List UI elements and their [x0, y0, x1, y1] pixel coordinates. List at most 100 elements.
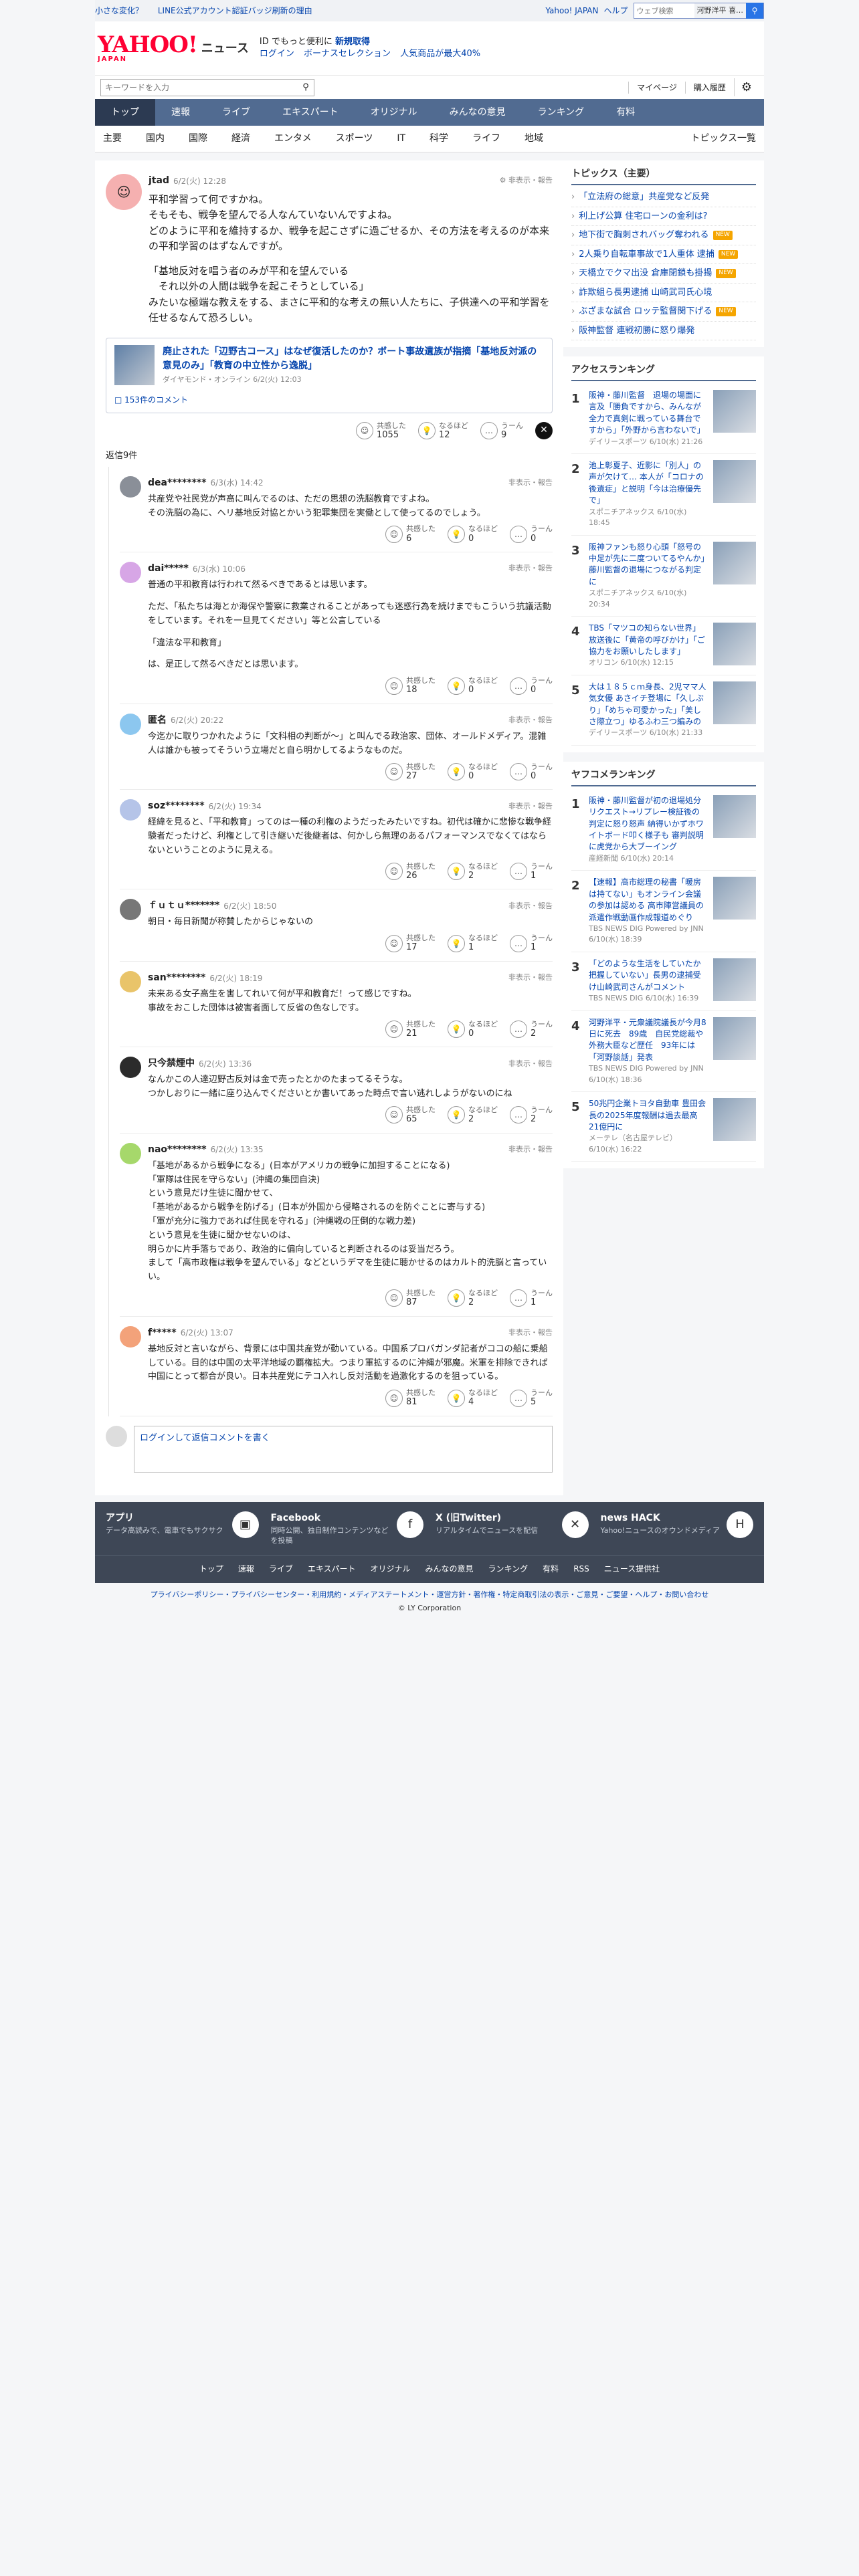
cnav-economy[interactable]: 経済 [231, 132, 250, 146]
cnav-world[interactable]: 国際 [189, 132, 207, 146]
footer-link[interactable]: 有料 [543, 1563, 559, 1575]
topic-item[interactable]: 阪神監督 連戦初勝に怒り爆発 [571, 322, 756, 340]
report-link[interactable]: 非表示・報告 [508, 1144, 553, 1156]
reply-user[interactable]: dea******** [148, 476, 207, 490]
footer-link[interactable]: みんなの意見 [425, 1563, 474, 1575]
article-title[interactable]: 廃止された「辺野古コース」はなぜ復活したのか？ボート事故遺族が指摘「基地反対派の… [163, 345, 544, 373]
topic-title[interactable]: ぶざまな試合 ロッテ監督関下げる [579, 305, 712, 318]
topic-title[interactable]: 利上げ公算 住宅ローンの金利は? [579, 210, 707, 223]
empathy-button[interactable]: ☺ 共感した 26 [385, 862, 436, 881]
article-card[interactable]: 廃止された「辺野古コース」はなぜ復活したのか？ボート事故遺族が指摘「基地反対派の… [106, 338, 553, 413]
footer-app[interactable]: news HACK Yahoo!ニュースのオウンドメディア H [601, 1511, 753, 1546]
insight-button[interactable]: 💡 なるほど 0 [448, 762, 498, 782]
gnav-expert[interactable]: エキスパート [266, 99, 355, 126]
ranking-item[interactable]: 3 「どのような生活をしていたか把握していない」長男の逮捕受け山崎武司さんがコメン… [571, 952, 756, 1011]
footer-link[interactable]: オリジナル [371, 1563, 411, 1575]
ranking-item[interactable]: 5 大は１８５ｃｍ身長、2児ママ人気女優 あさイチ登場に「久しぶり」「めちゃ可愛か… [571, 675, 756, 746]
bonus-link[interactable]: ボーナスセレクション [304, 49, 391, 59]
topic-title[interactable]: 阪神監督 連戦初勝に怒り爆発 [579, 324, 694, 338]
report-link[interactable]: 非表示・報告 [508, 972, 553, 984]
empathy-button[interactable]: ☺ 共感した 65 [385, 1105, 436, 1125]
ranking-item[interactable]: 1 阪神・藤川監督が初の退場処分 リクエスト→リプレー検証後の判定に怒り怒声 納得… [571, 789, 756, 871]
reply-user[interactable]: soz******** [148, 799, 205, 813]
insight-button[interactable]: 💡 なるほど 2 [448, 1105, 498, 1125]
hmm-button[interactable]: … うーん 1 [510, 934, 553, 953]
ranking-title[interactable]: TBS「マツコの知らない世界」放送後に「黄帝の呼びかけ」「ご協力をお願いしたしま… [589, 623, 706, 657]
gnav-original[interactable]: オリジナル [355, 99, 434, 126]
reply-user[interactable]: dai***** [148, 562, 189, 576]
yahoo-japan-link[interactable]: Yahoo! JAPAN [545, 5, 598, 17]
cnav-local[interactable]: 地域 [524, 132, 543, 146]
report-link[interactable]: 非表示・報告 [508, 801, 553, 813]
empathy-button[interactable]: ☺ 共感した 81 [385, 1388, 436, 1408]
promo-link-2[interactable]: LINE公式アカウント認証バッジ刷新の理由 [158, 6, 312, 15]
promo-link-1[interactable]: 小さな変化？ [95, 6, 143, 15]
search-icon[interactable]: ⚲ [298, 81, 314, 94]
empathy-button[interactable]: ☺ 共感した 1055 [356, 421, 406, 441]
hmm-button[interactable]: … うーん 2 [510, 1105, 553, 1125]
footer-link[interactable]: 速報 [238, 1563, 254, 1575]
x-share-icon[interactable]: ✕ [535, 421, 553, 439]
newshack-icon[interactable]: H [727, 1511, 753, 1538]
insight-button[interactable]: 💡 なるほど 2 [448, 1289, 498, 1308]
insight-button[interactable]: 💡 なるほど 0 [448, 676, 498, 695]
facebook-icon[interactable]: f [397, 1511, 423, 1538]
ranking-item[interactable]: 1 阪神・藤川監督 退場の場面に言及「勝負ですから、みんなが全力で真剣に戦っている… [571, 384, 756, 455]
ranking-item[interactable]: 3 阪神ファンも怒り心頭「怒号の中足が先に二度ついてるやんか」藤川監督の退場につな… [571, 536, 756, 617]
topic-title[interactable]: 地下街で胸刺されバッグ奪われる [579, 229, 708, 242]
topic-item[interactable]: 詐欺組ら長男逮捕 山崎武司氏心境 [571, 284, 756, 302]
reply-user[interactable]: 只今禁煙中 [148, 1057, 195, 1071]
x-icon[interactable]: ✕ [561, 1511, 589, 1538]
ranking-item[interactable]: 4 河野洋平・元衆議院議長が今月8日に死去 89歳 自民党総裁や外務大臣など歴任 … [571, 1011, 756, 1093]
gnav-flash[interactable]: 速報 [155, 99, 206, 126]
promo-deal-link[interactable]: 人気商品が最大40% [400, 49, 480, 59]
topic-title[interactable]: 「立法府の総意」共産党など反発 [579, 191, 709, 204]
comment-count-link[interactable]: □ 153件のコメント [114, 394, 544, 406]
gnav-opinion[interactable]: みんなの意見 [434, 99, 522, 126]
reply-user[interactable]: nao******** [148, 1143, 207, 1157]
report-link[interactable]: 非表示・報告 [508, 901, 553, 912]
keyword-input[interactable] [101, 79, 298, 96]
reply-user[interactable]: f***** [148, 1326, 177, 1340]
reply-user[interactable]: san******** [148, 971, 205, 985]
topics-list-link[interactable]: トピックス一覧 [690, 132, 756, 146]
footer-link[interactable]: ライブ [269, 1563, 293, 1575]
cnav-science[interactable]: 科学 [430, 132, 448, 146]
footer-link[interactable]: ランキング [488, 1563, 529, 1575]
insight-button[interactable]: 💡 なるほど 0 [448, 1020, 498, 1039]
empathy-button[interactable]: ☺ 共感した 6 [385, 524, 436, 544]
reply-user[interactable]: 匿名 [148, 714, 167, 728]
footer-link[interactable]: トップ [199, 1563, 223, 1575]
topic-title[interactable]: 詐欺組ら長男逮捕 山崎武司氏心境 [579, 286, 712, 300]
ranking-title[interactable]: 「どのような生活をしていたか把握していない」長男の逮捕受け山崎武司さんがコメント [589, 958, 706, 993]
gnav-ranking[interactable]: ランキング [522, 99, 601, 126]
insight-button[interactable]: 💡 なるほど 12 [418, 421, 468, 441]
web-search-input[interactable] [634, 3, 694, 18]
help-link[interactable]: ヘルプ [603, 5, 628, 17]
gnav-paid[interactable]: 有料 [600, 99, 651, 126]
hmm-button[interactable]: … うーん 5 [510, 1388, 553, 1408]
footer-link[interactable]: エキスパート [308, 1563, 356, 1575]
comment-user[interactable]: jtad [149, 174, 169, 188]
ranking-item[interactable]: 4 TBS「マツコの知らない世界」放送後に「黄帝の呼びかけ」「ご協力をお願いしたし… [571, 617, 756, 675]
ranking-item[interactable]: 5 50兆円企業トヨタ自動車 豊田会長の2025年度報酬は過去最高21億円に メーテ… [571, 1092, 756, 1162]
topic-item[interactable]: 「立法府の総意」共産党など反発 [571, 188, 756, 207]
topic-item[interactable]: ぶざまな試合 ロッテ監督関下げる NEW [571, 302, 756, 322]
topic-title[interactable]: 2人乗り自転車事故で1人重体 逮捕 [579, 248, 714, 261]
report-link[interactable]: ⚙ 非表示・報告 [500, 175, 553, 187]
hmm-button[interactable]: … うーん 2 [510, 1020, 553, 1039]
ranking-title[interactable]: 池上彰夏子、近影に「別人」の声が欠けて… 本人が「コロナの後遺症」と説明「今は治… [589, 460, 706, 507]
ranking-title[interactable]: 阪神・藤川監督が初の退場処分 リクエスト→リプレー検証後の判定に怒り怒声 納得い… [589, 795, 706, 853]
empathy-button[interactable]: ☺ 共感した 18 [385, 676, 436, 695]
footer-link[interactable]: ニュース提供社 [604, 1563, 660, 1575]
gnav-top[interactable]: トップ [95, 99, 155, 126]
ranking-title[interactable]: 【速報】高市総理の秘書「暖房は持てない」もオンライン会議の参加は認める 高市陣営… [589, 877, 706, 924]
report-link[interactable]: 非表示・報告 [508, 563, 553, 574]
service-name[interactable]: ニュース [201, 39, 249, 58]
ranking-title[interactable]: 50兆円企業トヨタ自動車 豊田会長の2025年度報酬は過去最高21億円に [589, 1098, 706, 1133]
login-link[interactable]: ログイン [260, 49, 294, 59]
topic-title[interactable]: 天橋立でクマ出没 倉庫閉鎖も掛揚 [579, 267, 712, 280]
gnav-live[interactable]: ライブ [206, 99, 266, 126]
mypage-link[interactable]: マイページ [628, 81, 685, 94]
hmm-button[interactable]: … うーん 0 [510, 676, 553, 695]
